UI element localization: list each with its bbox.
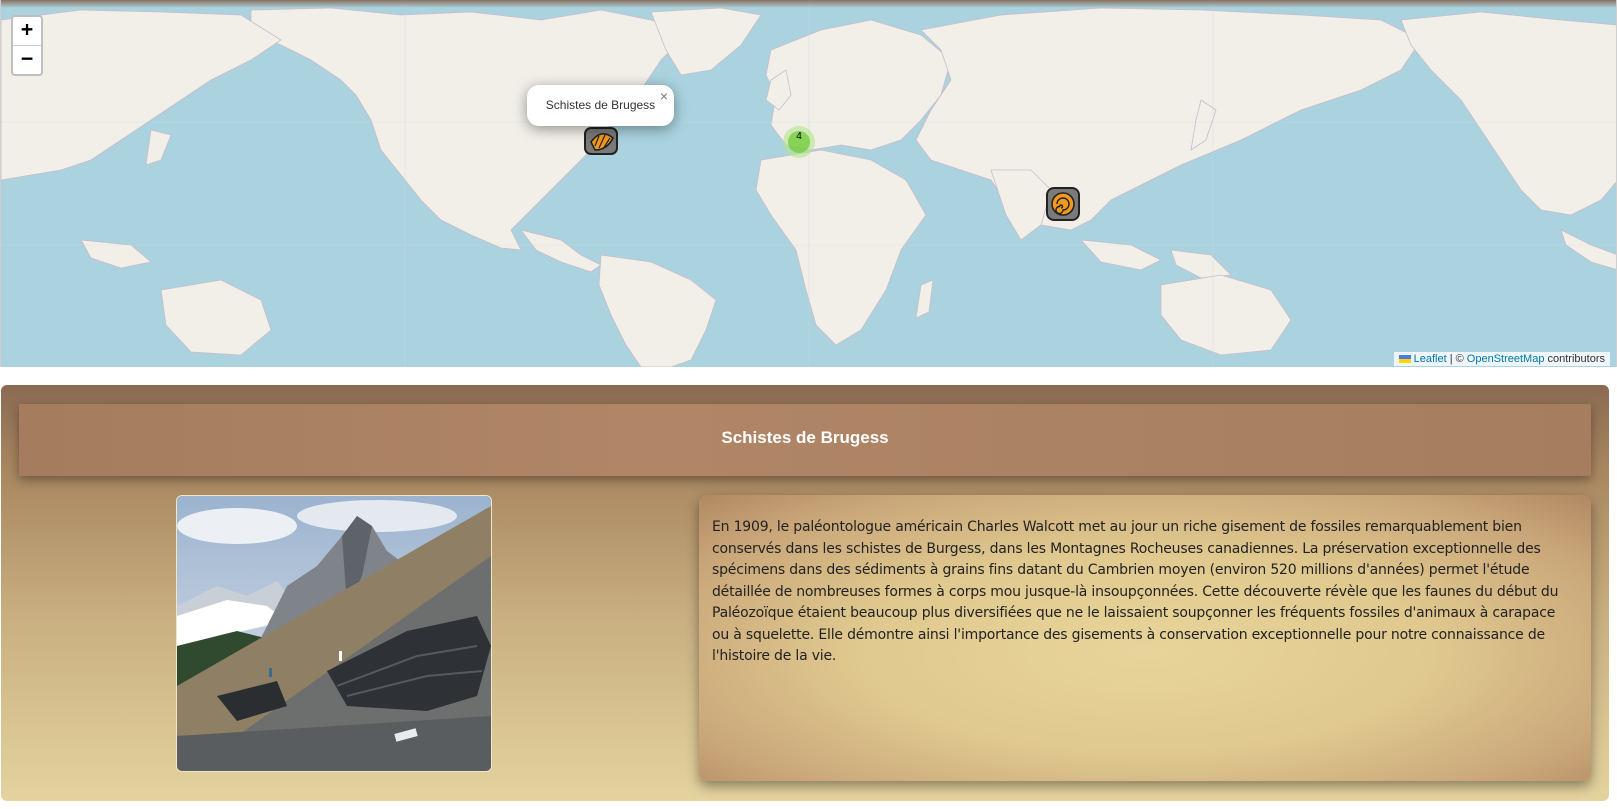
fossil-ammonite-icon xyxy=(584,127,618,155)
fossil-marker-burgess[interactable] xyxy=(583,124,619,160)
map-attribution: Leaflet | © OpenStreetMap contributors xyxy=(1393,352,1610,366)
popup-title: Schistes de Brugess xyxy=(545,98,656,112)
panel-header: Schistes de Brugess xyxy=(19,404,1591,476)
description-box: En 1909, le paléontologue américain Char… xyxy=(699,495,1591,781)
site-photo xyxy=(176,495,492,772)
attribution-suffix: contributors xyxy=(1547,353,1605,365)
map-tiles[interactable] xyxy=(1,0,1617,367)
leaflet-link[interactable]: Leaflet xyxy=(1414,353,1447,365)
world-map[interactable]: + − Schistes de Brugess × 4 Leaflet | © … xyxy=(0,0,1617,367)
zoom-out-button[interactable]: − xyxy=(13,45,41,74)
popup-close-button[interactable]: × xyxy=(660,88,668,104)
zoom-in-button[interactable]: + xyxy=(13,17,41,45)
ukraine-flag-icon xyxy=(1398,355,1411,364)
site-description: En 1909, le paléontologue américain Char… xyxy=(712,519,1559,664)
site-title: Schistes de Brugess xyxy=(721,428,889,447)
zoom-control: + − xyxy=(11,15,43,76)
fossil-marker-asia[interactable] xyxy=(1045,186,1081,226)
marker-cluster[interactable]: 4 xyxy=(783,126,815,158)
marker-popup: Schistes de Brugess × xyxy=(527,85,674,126)
fossil-ammonite-icon xyxy=(1046,187,1080,221)
cluster-count: 4 xyxy=(788,131,810,153)
openstreetmap-link[interactable]: OpenStreetMap xyxy=(1467,353,1545,365)
map-top-shadow xyxy=(1,0,1616,8)
site-info-panel: Schistes de Brugess En 1909, le paléonto… xyxy=(1,385,1609,801)
attribution-separator: | © xyxy=(1449,353,1464,365)
burgess-shale-landscape-image xyxy=(177,496,491,771)
